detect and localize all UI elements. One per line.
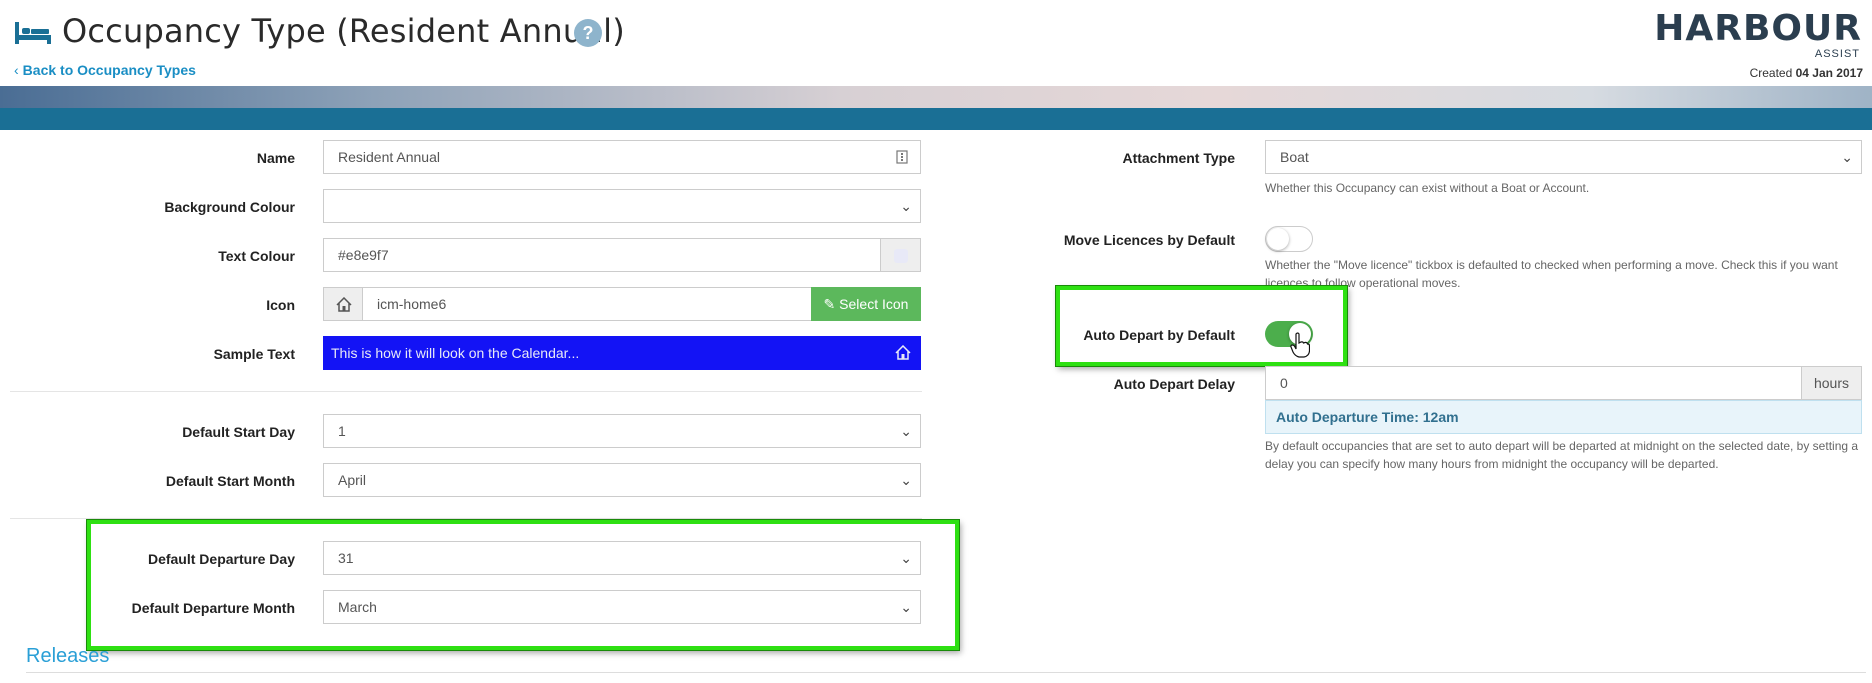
icon-label: Icon bbox=[266, 297, 295, 313]
icon-preview bbox=[323, 287, 363, 321]
sample-text-value: This is how it will look on the Calendar… bbox=[331, 345, 580, 361]
releases-divider bbox=[26, 672, 1866, 673]
text-colour-input[interactable]: #e8e9f7 bbox=[323, 238, 881, 272]
created-info: Created 04 Jan 2017 bbox=[1750, 66, 1863, 80]
text-colour-swatch[interactable] bbox=[880, 238, 921, 272]
created-prefix: Created bbox=[1749, 66, 1793, 80]
home-icon bbox=[895, 345, 911, 360]
divider bbox=[10, 518, 922, 519]
attachment-type-select[interactable]: Boat ⌄ bbox=[1265, 140, 1862, 174]
auto-depart-delay-input[interactable]: 0 bbox=[1265, 366, 1802, 400]
name-input[interactable]: Resident Annual bbox=[323, 140, 921, 174]
departure-time-info: Auto Departure Time: 12am bbox=[1265, 400, 1862, 434]
highlight-departure bbox=[87, 520, 959, 650]
delay-hint-2: delay you can specify how many hours fro… bbox=[1265, 457, 1719, 471]
name-value: Resident Annual bbox=[338, 149, 440, 165]
background-colour-label: Background Colour bbox=[164, 199, 295, 215]
divider bbox=[10, 391, 922, 392]
chevron-down-icon: ⌄ bbox=[900, 472, 912, 488]
harbour-assist-logo: HARBOUR ASSIST bbox=[1654, 8, 1862, 60]
hours-addon: hours bbox=[1801, 366, 1862, 400]
default-start-day-value: 1 bbox=[338, 423, 346, 439]
chevron-down-icon: ⌄ bbox=[900, 198, 912, 214]
delay-hint-1: By default occupancies that are set to a… bbox=[1265, 439, 1859, 453]
default-start-month-select[interactable]: April ⌄ bbox=[323, 463, 921, 497]
name-label: Name bbox=[256, 150, 295, 166]
auto-depart-delay-label: Auto Depart Delay bbox=[1113, 376, 1235, 392]
back-link[interactable]: ‹ Back to Occupancy Types bbox=[14, 62, 196, 78]
default-start-day-select[interactable]: 1 ⌄ bbox=[323, 414, 921, 448]
chevron-down-icon: ⌄ bbox=[900, 423, 912, 439]
kebab-icon[interactable] bbox=[896, 150, 908, 164]
chevron-left-icon: ‹ bbox=[14, 62, 19, 78]
auto-depart-delay-value: 0 bbox=[1280, 375, 1288, 391]
bed-icon bbox=[15, 22, 51, 44]
default-start-month-label: Default Start Month bbox=[165, 473, 295, 489]
background-colour-select[interactable]: ⌄ bbox=[323, 189, 921, 223]
edit-icon: ✎ bbox=[823, 296, 836, 312]
attachment-type-label: Attachment Type bbox=[1122, 150, 1235, 166]
icon-value: icm-home6 bbox=[377, 296, 447, 312]
icon-input[interactable]: icm-home6 bbox=[362, 287, 812, 321]
home-icon bbox=[336, 297, 352, 312]
sample-text-preview: This is how it will look on the Calendar… bbox=[323, 336, 921, 370]
move-licences-label: Move Licences by Default bbox=[1063, 232, 1235, 248]
move-licences-toggle[interactable] bbox=[1265, 226, 1313, 252]
sample-text-label: Sample Text bbox=[213, 346, 295, 362]
section-bar bbox=[0, 108, 1872, 130]
releases-heading: Releases bbox=[26, 645, 110, 667]
select-icon-button[interactable]: ✎ Select Icon bbox=[811, 287, 921, 321]
logo-sub: ASSIST bbox=[1814, 48, 1860, 60]
select-icon-label: Select Icon bbox=[839, 296, 909, 312]
back-link-label: Back to Occupancy Types bbox=[22, 62, 196, 78]
question-icon[interactable]: ? bbox=[574, 19, 602, 47]
page-title: Occupancy Type (Resident Annual) bbox=[62, 12, 625, 50]
attachment-type-hint: Whether this Occupancy can exist without… bbox=[1265, 181, 1590, 195]
chevron-down-icon: ⌄ bbox=[1841, 149, 1853, 165]
default-start-month-value: April bbox=[338, 472, 367, 488]
text-colour-value: #e8e9f7 bbox=[338, 247, 389, 263]
logo-main: HARBOUR bbox=[1654, 8, 1862, 49]
created-date: 04 Jan 2017 bbox=[1795, 66, 1863, 80]
page-header: Occupancy Type (Resident Annual) ? ‹ Back… bbox=[0, 0, 1872, 86]
highlight-auto-depart bbox=[1056, 286, 1347, 366]
header-banner bbox=[0, 86, 1872, 108]
attachment-type-value: Boat bbox=[1280, 149, 1309, 165]
text-colour-label: Text Colour bbox=[218, 248, 295, 264]
move-licences-hint-1: Whether the "Move licence" tickbox is de… bbox=[1265, 258, 1838, 272]
default-start-day-label: Default Start Day bbox=[182, 424, 295, 440]
